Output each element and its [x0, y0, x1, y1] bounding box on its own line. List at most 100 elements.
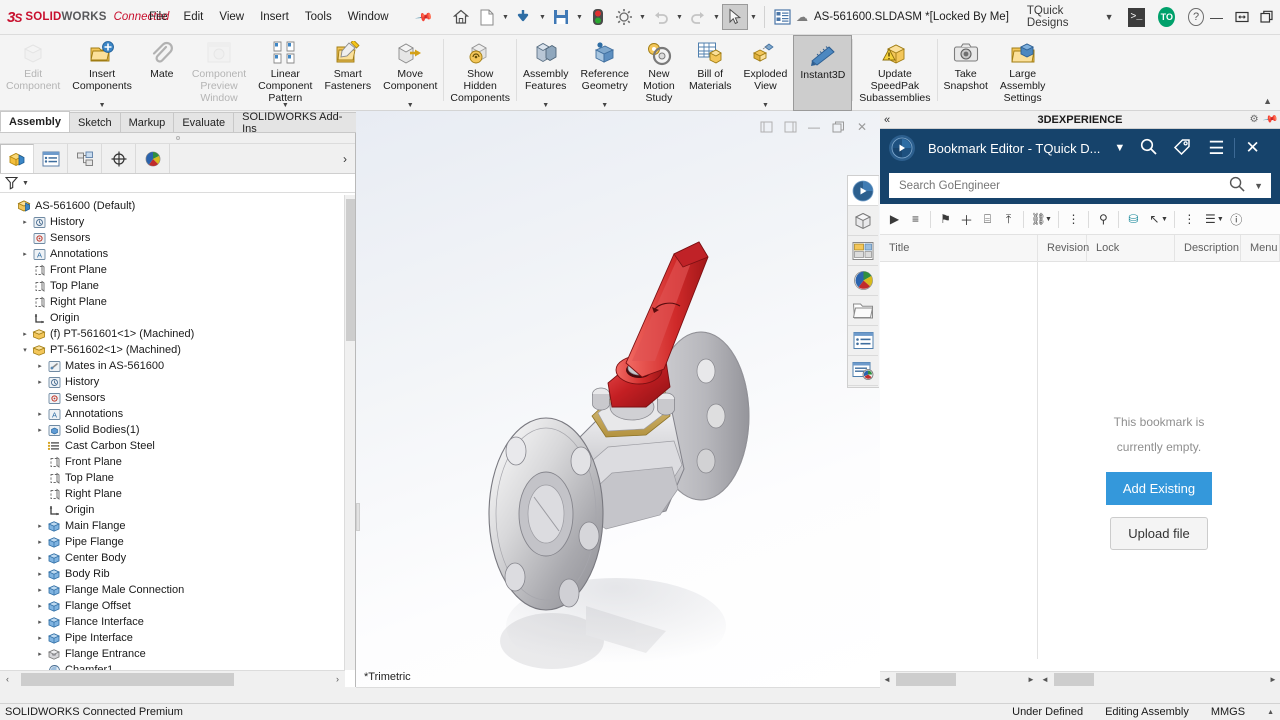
search-icon[interactable] [1140, 138, 1157, 159]
scroll-right-icon[interactable]: ► [1266, 672, 1280, 687]
column-header-description[interactable]: Description [1175, 234, 1241, 262]
scroll-right-icon[interactable]: › [330, 671, 345, 687]
scrollbar-track[interactable] [15, 672, 330, 686]
tree-item[interactable]: Top Plane [0, 470, 345, 486]
chevron-down-icon[interactable]: ▼ [748, 4, 759, 30]
scrollbar-track[interactable] [894, 673, 1024, 686]
column-header-title[interactable]: Title [880, 234, 1038, 262]
close-icon[interactable]: ✕ [854, 119, 870, 135]
menu-edit[interactable]: Edit [183, 9, 205, 25]
custom-properties-icon[interactable] [848, 356, 878, 386]
tree-item[interactable]: AS-561600 (Default) [0, 198, 345, 214]
status-light-icon[interactable] [585, 4, 611, 30]
upload-file-button[interactable]: Upload file [1110, 517, 1208, 550]
play-icon[interactable]: ▶ [884, 206, 905, 232]
chevron-down-icon[interactable]: ▼ [542, 102, 549, 109]
undo-icon[interactable] [648, 4, 674, 30]
tree-item[interactable]: ▸ Flance Interface [0, 614, 345, 630]
tree-item[interactable]: ▸ Main Flange [0, 518, 345, 534]
tree-filter-bar[interactable]: ▼ [0, 174, 355, 193]
collaborative-space-label[interactable]: TQuick Designs [1027, 5, 1096, 29]
menu-window[interactable]: Window [347, 9, 390, 25]
tree-item[interactable]: ▸ Flange Offset [0, 598, 345, 614]
tree-item[interactable]: ▸ Flange Male Connection [0, 582, 345, 598]
expand-arrow-down-icon[interactable]: ▾ [19, 346, 31, 354]
ribbon-button-bill-of-materials[interactable]: Bill of Materials [683, 35, 738, 111]
tree-item[interactable]: Origin [0, 502, 345, 518]
ball-valve-model[interactable] [456, 211, 796, 681]
units-label[interactable]: MMGS [1211, 706, 1245, 718]
expand-arrow-right-icon[interactable]: ▸ [34, 554, 46, 562]
chevron-down-icon[interactable]: ▼ [762, 102, 769, 109]
tree-item[interactable]: Sensors [0, 390, 345, 406]
tree-item[interactable]: Chamfer1 [0, 662, 345, 670]
property-manager-tab[interactable] [34, 144, 68, 173]
new-folder-icon[interactable]: ⌸ [977, 206, 998, 232]
split-view-right-icon[interactable] [782, 119, 798, 135]
tree-item[interactable]: ▸ Flange Entrance [0, 646, 345, 662]
expand-arrow-right-icon[interactable]: ▸ [19, 218, 31, 226]
question-mark-icon[interactable]: ? [1188, 8, 1204, 26]
scrollbar-thumb[interactable] [346, 199, 355, 341]
search-input[interactable] [897, 178, 1230, 193]
search-icon[interactable] [1229, 176, 1245, 195]
scrollbar-thumb[interactable] [1054, 673, 1094, 686]
tag-icon[interactable] [1173, 138, 1191, 159]
column-header-revision[interactable]: Revision [1038, 234, 1089, 262]
3dexperience-compass-icon[interactable] [848, 176, 878, 206]
save-icon[interactable] [548, 4, 574, 30]
ribbon-button-show-hidden-components[interactable]: Show Hidden Components [444, 35, 516, 111]
tree-vertical-scrollbar[interactable] [344, 195, 355, 670]
tree-horizontal-scrollbar[interactable]: ‹ › [0, 670, 345, 687]
column-header-lock[interactable]: Lock [1087, 234, 1175, 262]
list-menu-icon[interactable]: ≡ [905, 206, 926, 232]
database-icon[interactable]: ⛁ [1123, 206, 1144, 232]
menu-insert[interactable]: Insert [259, 9, 290, 25]
tree-item[interactable]: ▸ Solid Bodies(1) [0, 422, 345, 438]
gear-icon[interactable]: ⚙ [1250, 114, 1259, 125]
menu-file[interactable]: File [148, 9, 169, 25]
search-icon[interactable]: ⚲ [1093, 206, 1114, 232]
more-options-icon[interactable]: ⋮ [1179, 206, 1200, 232]
expand-arrow-right-icon[interactable]: ▸ [34, 586, 46, 594]
add-existing-button[interactable]: Add Existing [1105, 472, 1213, 505]
ribbon-button-linear-component-pattern[interactable]: Linear Component Pattern ▼ [252, 35, 318, 111]
expand-arrow-right-icon[interactable]: ▸ [34, 538, 46, 546]
minimize-icon[interactable]: — [1204, 2, 1229, 32]
tree-item[interactable]: ▸ History [0, 214, 345, 230]
tree-item[interactable]: Cast Carbon Steel [0, 438, 345, 454]
graphics-viewport[interactable]: — ✕ *Trimetric [356, 111, 880, 687]
ribbon-button-update-speedpak-subassemblies[interactable]: Update SpeedPak Subassemblies [853, 35, 936, 111]
tree-item[interactable]: ▸ Body Rib [0, 566, 345, 582]
display-pane-icon[interactable] [770, 4, 796, 30]
scroll-left-icon[interactable]: ◄ [1038, 672, 1052, 687]
tree-item[interactable]: ▸ Pipe Interface [0, 630, 345, 646]
chevron-down-icon[interactable]: ▼ [711, 4, 722, 30]
chevron-down-icon[interactable]: ▼ [574, 4, 585, 30]
expand-arrow-right-icon[interactable]: ▸ [19, 330, 31, 338]
tree-item[interactable]: Top Plane [0, 278, 345, 294]
open-document-icon[interactable] [511, 4, 537, 30]
home-icon[interactable] [448, 4, 474, 30]
more-options-icon[interactable]: ⋮ [1063, 206, 1084, 232]
ribbon-button-reference-geometry[interactable]: Reference Geometry ▼ [574, 35, 634, 111]
chevron-down-icon[interactable]: ▼ [1161, 216, 1168, 223]
ribbon-button-smart-fasteners[interactable]: Smart Fasteners [318, 35, 377, 111]
scroll-right-icon[interactable]: ► [1024, 672, 1038, 687]
right-scrollbar[interactable]: ◄ ► [1038, 672, 1280, 688]
ribbon-button-new-motion-study[interactable]: New Motion Study [635, 35, 683, 111]
chevron-down-icon[interactable]: ▼ [537, 4, 548, 30]
options-gear-icon[interactable] [611, 4, 637, 30]
add-bookmark-icon[interactable]: ⚑ [935, 206, 956, 232]
scrollbar-thumb[interactable] [896, 673, 956, 686]
chevron-down-icon[interactable]: ▼ [22, 180, 29, 187]
menu-tools[interactable]: Tools [304, 9, 333, 25]
chevron-right-icon[interactable]: › [343, 152, 355, 166]
info-icon[interactable]: ⓘ [1226, 206, 1247, 232]
close-icon[interactable]: ✕ [1245, 138, 1259, 158]
tree-item[interactable]: Front Plane [0, 454, 345, 470]
ribbon-button-mate[interactable]: Mate [138, 35, 186, 111]
expand-arrow-right-icon[interactable]: ▸ [34, 650, 46, 658]
upload-icon[interactable]: ⤒ [998, 206, 1019, 232]
left-scrollbar[interactable]: ◄ ► [880, 672, 1038, 688]
